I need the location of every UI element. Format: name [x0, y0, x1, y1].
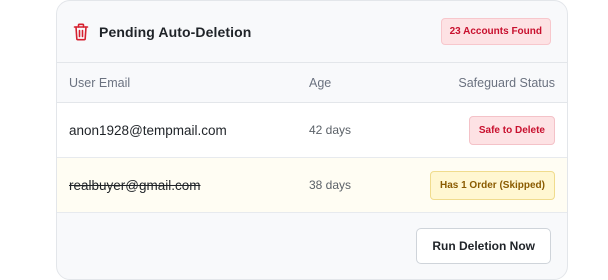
- status-badge: Safe to Delete: [468, 115, 555, 145]
- account-age: 42 days: [309, 123, 352, 137]
- column-header-email: User Email: [69, 75, 131, 90]
- user-email: anon1928@tempmail.com: [69, 122, 227, 138]
- status-badge: Has 1 Order (Skipped): [429, 170, 555, 200]
- user-email: realbuyer@gmail.com: [69, 177, 201, 193]
- table-row: realbuyer@gmail.com 38 days Has 1 Order …: [57, 158, 567, 213]
- card-title: Pending Auto-Deletion: [99, 23, 252, 40]
- table-row: anon1928@tempmail.com 42 days Safe to De…: [57, 103, 567, 158]
- accounts-count-badge: 23 Accounts Found: [440, 18, 551, 45]
- table-header: User Email Age Safeguard Status: [57, 63, 567, 103]
- account-age: 38 days: [309, 178, 352, 192]
- auto-deletion-card: Pending Auto-Deletion 23 Accounts Found …: [56, 0, 568, 280]
- status-cell: Safe to Delete: [409, 115, 555, 145]
- column-header-age: Age: [309, 75, 332, 90]
- card-footer: Run Deletion Now: [57, 212, 567, 279]
- column-header-status: Safeguard Status: [458, 75, 555, 90]
- status-cell: Has 1 Order (Skipped): [409, 170, 555, 200]
- title-group: Pending Auto-Deletion: [73, 23, 251, 41]
- card-header: Pending Auto-Deletion 23 Accounts Found: [57, 1, 567, 63]
- run-deletion-button[interactable]: Run Deletion Now: [416, 227, 551, 264]
- trash-icon: [73, 23, 89, 41]
